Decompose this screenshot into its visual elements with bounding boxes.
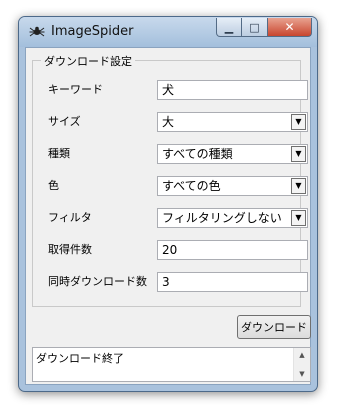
- keyword-value: 犬: [162, 83, 175, 97]
- filter-select[interactable]: フィルタリングしない ▼: [157, 208, 308, 228]
- size-label: サイズ: [48, 115, 81, 128]
- download-settings-group: ダウンロード設定 キーワード 犬 サイズ 大 ▼ 種類 すべての種類 ▼ 色 す…: [32, 53, 308, 307]
- group-title: ダウンロード設定: [41, 53, 135, 69]
- concurrent-label: 同時ダウンロード数: [48, 275, 147, 288]
- title-bar[interactable]: ImageSpider ▁ □ ✕: [19, 17, 317, 47]
- type-label: 種類: [48, 147, 70, 160]
- size-select[interactable]: 大 ▼: [157, 112, 308, 132]
- color-value: すべての色: [162, 179, 221, 193]
- spider-icon: [29, 26, 45, 37]
- count-value: 20: [162, 243, 178, 257]
- size-value: 大: [162, 115, 175, 129]
- dropdown-arrow-icon[interactable]: ▼: [291, 146, 306, 162]
- window-controls: ▁ □ ✕: [216, 18, 312, 37]
- filter-value: フィルタリングしない: [162, 211, 282, 225]
- minimize-icon: ▁: [224, 20, 234, 34]
- type-select[interactable]: すべての種類 ▼: [157, 144, 308, 164]
- filter-label: フィルタ: [48, 211, 92, 224]
- app-window: ImageSpider ▁ □ ✕ ダウンロード設定 キーワード 犬 サイズ 大…: [18, 16, 318, 392]
- window-title: ImageSpider: [51, 24, 134, 39]
- status-log[interactable]: ダウンロード終了 ▲ ▼: [32, 347, 311, 382]
- status-scrollbar[interactable]: ▲ ▼: [293, 348, 310, 381]
- scroll-up-icon[interactable]: ▲: [299, 348, 304, 362]
- dropdown-arrow-icon[interactable]: ▼: [291, 210, 306, 226]
- status-text: ダウンロード終了: [36, 352, 124, 365]
- color-label: 色: [48, 179, 59, 192]
- count-input[interactable]: 20: [157, 240, 308, 260]
- keyword-label: キーワード: [48, 83, 103, 96]
- maximize-button[interactable]: □: [242, 18, 268, 37]
- concurrent-input[interactable]: 3: [157, 272, 308, 292]
- dropdown-arrow-icon[interactable]: ▼: [291, 114, 306, 130]
- dropdown-arrow-icon[interactable]: ▼: [291, 178, 306, 194]
- type-value: すべての種類: [162, 147, 233, 161]
- color-select[interactable]: すべての色 ▼: [157, 176, 308, 196]
- concurrent-value: 3: [162, 275, 170, 289]
- close-icon: ✕: [284, 20, 295, 34]
- minimize-button[interactable]: ▁: [216, 18, 242, 37]
- close-button[interactable]: ✕: [268, 18, 312, 37]
- client-area: ダウンロード設定 キーワード 犬 サイズ 大 ▼ 種類 すべての種類 ▼ 色 す…: [25, 47, 311, 385]
- maximize-icon: □: [249, 20, 260, 34]
- count-label: 取得件数: [48, 243, 92, 256]
- download-button[interactable]: ダウンロード: [237, 315, 311, 339]
- keyword-input[interactable]: 犬: [157, 80, 308, 100]
- scroll-down-icon[interactable]: ▼: [299, 367, 304, 381]
